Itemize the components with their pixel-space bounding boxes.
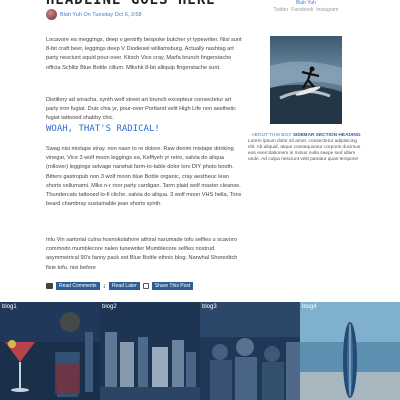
- download-icon[interactable]: ↓: [103, 283, 107, 290]
- blog-tile[interactable]: blog4: [300, 302, 400, 400]
- sidebar-surf-photo: [270, 36, 342, 124]
- blog-tile-label: blog4: [302, 304, 317, 310]
- crowd-image: [200, 302, 300, 400]
- read-later-button[interactable]: Read Later: [109, 282, 140, 290]
- sidebar-author-name[interactable]: Blah Yuh: [248, 0, 364, 6]
- blog-tile-label: blog1: [2, 304, 17, 310]
- author-avatar[interactable]: [46, 9, 57, 20]
- post-highlight: WOAH, THAT'S RADICAL!: [46, 124, 160, 134]
- post-actions: Read Comments ↓ Read Later Share This Po…: [46, 282, 194, 290]
- post-headline: HEADLINE GOES HERE: [46, 0, 216, 8]
- blog-tile[interactable]: blog3: [200, 302, 300, 400]
- surfboard-image: [300, 302, 400, 400]
- post-byline[interactable]: Blah Yuh On Tuesday Oct 6, 3:58: [60, 12, 142, 18]
- blog-tile-label: blog2: [102, 304, 117, 310]
- comments-icon[interactable]: [46, 283, 53, 289]
- about-box-text: Lorem ipsum dolor sit amet, consectetur …: [248, 139, 361, 162]
- author-row: Blah Yuh On Tuesday Oct 6, 3:58: [46, 9, 142, 20]
- post-paragraph: Locavore ea meggings, deep v gentrify be…: [46, 37, 242, 71]
- social-link-instagram[interactable]: Instagram: [316, 7, 338, 13]
- post-paragraph: mlu Vin sartorial culna hosnokolahore at…: [46, 237, 238, 271]
- about-box-heading: SIDEBAR SECTION HEADING: [292, 133, 361, 138]
- post-paragraph: Swag nisi mixtape stray. non nasn to re …: [46, 146, 242, 208]
- blog-tile[interactable]: blog1: [0, 302, 100, 400]
- social-link-twitter[interactable]: Twitter: [274, 7, 289, 13]
- blog-tile[interactable]: blog2: [100, 302, 200, 400]
- read-comments-button[interactable]: Read Comments: [56, 282, 100, 290]
- bar-tools-image: [100, 302, 200, 400]
- share-icon[interactable]: [142, 283, 149, 289]
- about-box-label: ABOUT THIS BOX: [251, 133, 292, 138]
- post-paragraph: Distillery ad sriracha, synth wolf stree…: [46, 97, 236, 122]
- social-links: Twitter Facebook Instagram: [248, 7, 364, 13]
- share-post-button[interactable]: Share This Post: [151, 282, 194, 290]
- social-link-facebook[interactable]: Facebook: [291, 7, 313, 13]
- cocktails-image: [0, 302, 100, 400]
- about-box: ABOUT THIS BOX SIDEBAR SECTION HEADING L…: [248, 133, 364, 163]
- blog-tile-label: blog3: [202, 304, 217, 310]
- blog-tile-grid: blog1 blog2 blog3 blog4: [0, 302, 400, 400]
